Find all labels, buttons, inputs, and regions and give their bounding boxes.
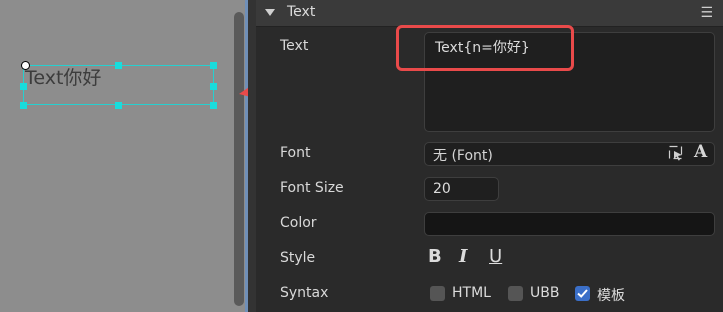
collapse-caret-icon[interactable] [265, 9, 275, 16]
color-label: Color [280, 215, 317, 231]
highlight-box [396, 25, 574, 71]
font-label: Font [280, 145, 311, 161]
section-header[interactable]: Text ☰ [256, 0, 723, 27]
checkmark-icon [577, 289, 588, 298]
underline-button[interactable]: U [489, 246, 502, 267]
resize-handle-br[interactable] [210, 102, 217, 109]
text-label: Text [280, 38, 309, 54]
pick-font-icon[interactable] [668, 145, 684, 161]
font-style-icon[interactable]: A [694, 142, 707, 162]
resize-handle-tr[interactable] [210, 62, 217, 69]
syntax-label: Syntax [280, 285, 329, 301]
color-picker[interactable] [424, 212, 715, 236]
font-value: 无 (Font) [433, 148, 493, 164]
selected-text-object: Text你好 [25, 67, 102, 89]
section-title: Text [287, 4, 316, 20]
font-size-input[interactable]: 20 [424, 177, 499, 201]
resize-handle-bl[interactable] [20, 102, 27, 109]
panel-edge [248, 0, 256, 312]
template-checkbox-label: 模板 [597, 288, 625, 304]
resize-handle-bottom[interactable] [115, 102, 122, 109]
html-checkbox[interactable] [430, 286, 445, 301]
stage-canvas[interactable] [0, 0, 245, 312]
font-size-label: Font Size [280, 180, 344, 196]
italic-button[interactable]: I [459, 246, 467, 267]
ubb-checkbox[interactable] [508, 286, 523, 301]
bold-button[interactable]: B [428, 246, 442, 267]
hamburger-menu-icon[interactable]: ☰ [700, 5, 713, 21]
style-label: Style [280, 250, 316, 266]
ubb-checkbox-label: UBB [530, 285, 560, 301]
template-checkbox[interactable] [575, 286, 590, 301]
resize-handle-right[interactable] [210, 83, 217, 90]
resize-handle-top[interactable] [115, 62, 122, 69]
html-checkbox-label: HTML [452, 285, 491, 301]
